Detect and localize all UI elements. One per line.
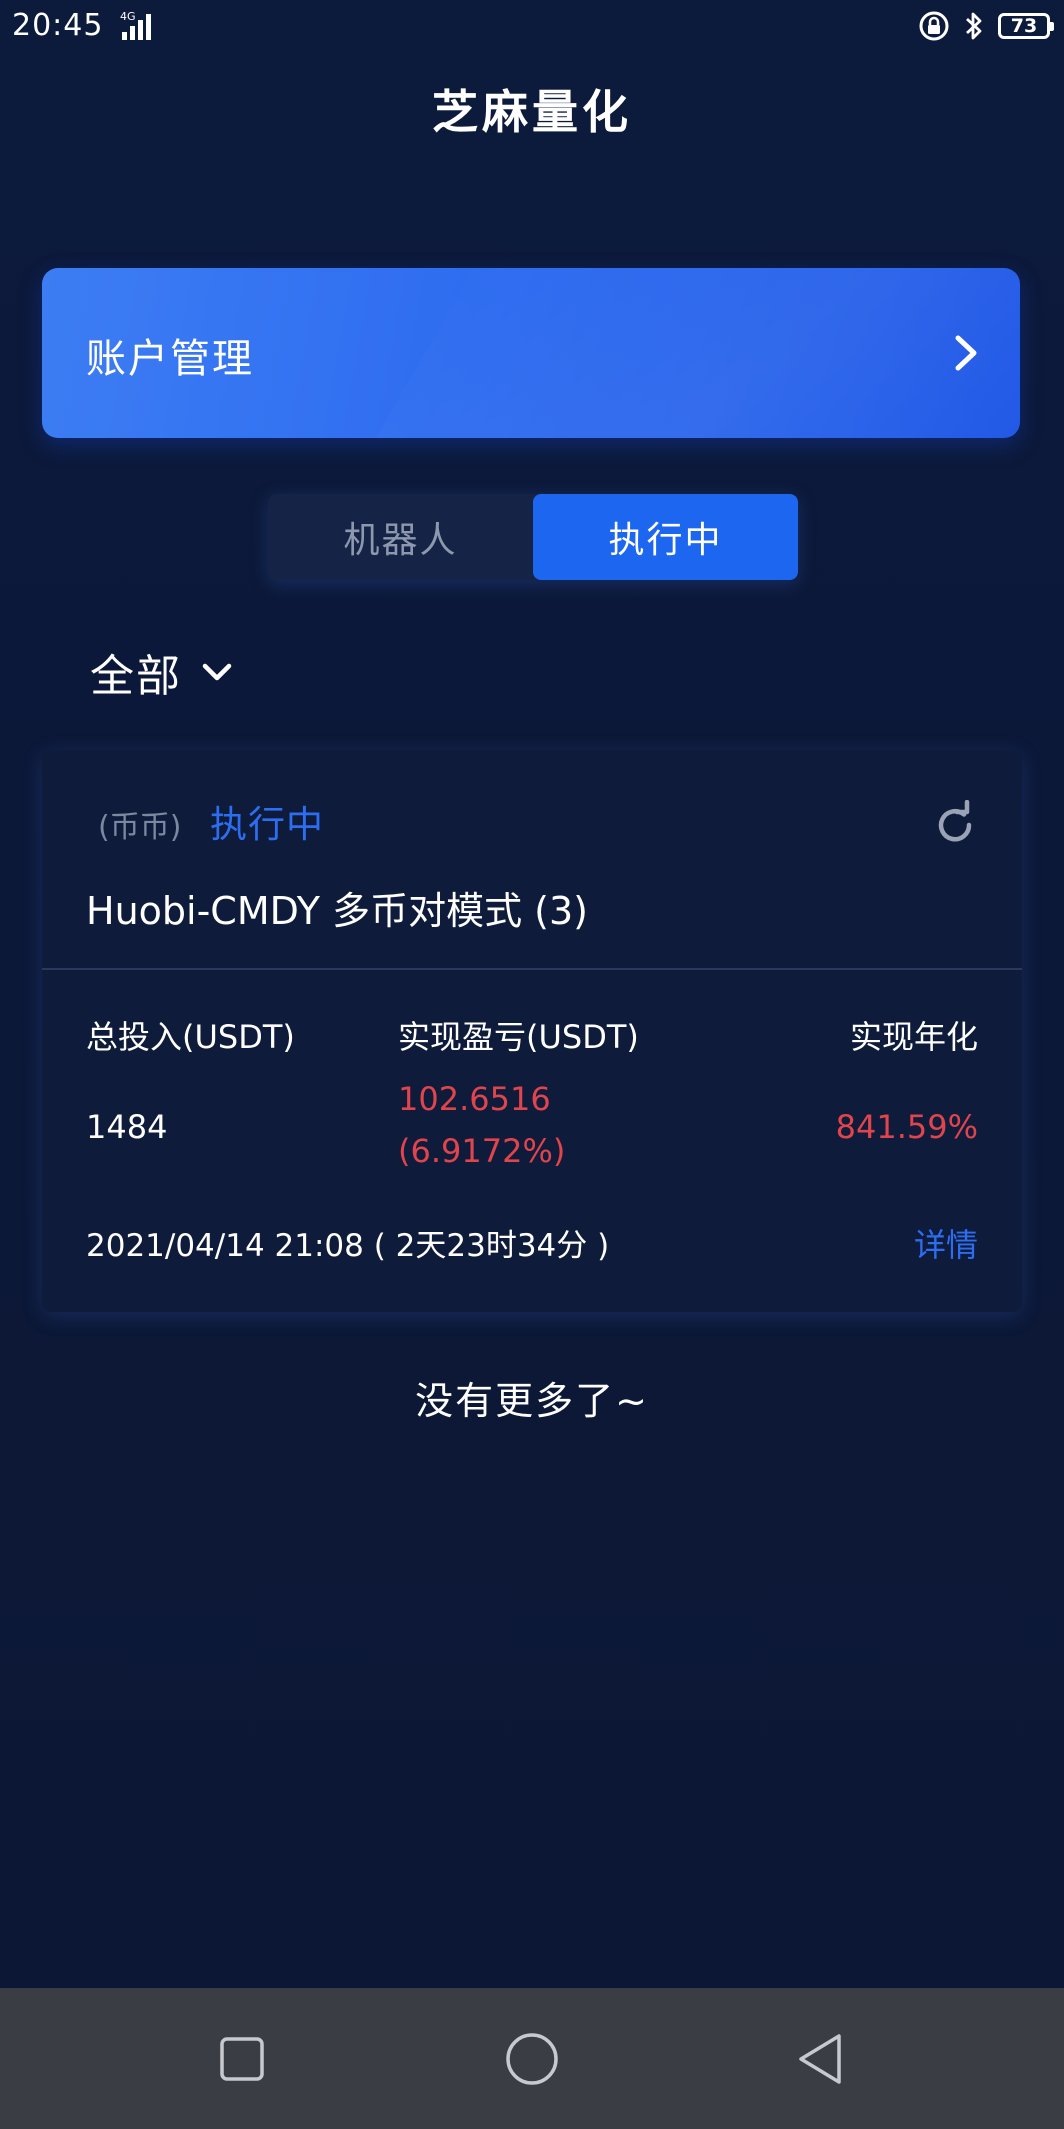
filter-dropdown[interactable]: 全部	[90, 640, 234, 704]
pnl-value: 102.6516	[398, 1080, 551, 1118]
account-management-label: 账户管理	[86, 336, 254, 382]
no-more-text: 没有更多了~	[415, 1379, 649, 1423]
strategy-name: Huobi-CMDY 多币对模式 (3)	[86, 889, 588, 933]
recent-apps-icon[interactable]	[207, 2024, 277, 2094]
card-status: 执行中	[210, 803, 324, 846]
annual-label: 实现年化	[849, 1018, 978, 1056]
signal-icon	[122, 14, 151, 40]
segment-tabs: 机器人 执行中	[268, 494, 798, 580]
card-divider	[42, 968, 1022, 970]
battery-icon: 73	[998, 13, 1054, 39]
annual-value: 841.59%	[835, 1108, 978, 1146]
bluetooth-icon	[966, 12, 982, 40]
tab-running[interactable]: 执行中	[533, 494, 798, 580]
chevron-down-icon	[202, 663, 232, 681]
status-icons: 73	[918, 8, 1054, 44]
tab-robots[interactable]: 机器人	[268, 494, 533, 580]
start-time: 2021/04/14 21:08 ( 2天23时34分 )	[86, 1228, 610, 1264]
lock-rotation-icon	[919, 11, 949, 41]
page-title: 芝麻量化	[432, 85, 632, 139]
filter-label: 全部	[90, 651, 182, 702]
strategy-card[interactable]: (币币) 执行中 Huobi-CMDY 多币对模式 (3) 总投入(USDT) …	[42, 750, 1022, 1312]
home-icon[interactable]	[497, 2024, 567, 2094]
account-management-button[interactable]: 账户管理	[42, 268, 1020, 438]
card-type: (币币)	[98, 810, 182, 845]
chevron-right-icon	[955, 335, 977, 371]
back-icon[interactable]	[787, 2024, 857, 2094]
pnl-label: 实现盈亏(USDT)	[398, 1018, 639, 1056]
navigation-bar	[0, 1988, 1064, 2129]
status-time: 20:45	[12, 8, 104, 43]
refresh-icon[interactable]	[930, 800, 980, 850]
detail-link[interactable]: 详情	[914, 1220, 978, 1266]
status-bar: 20:45 4G 73	[0, 0, 1064, 56]
investment-value: 1484	[86, 1108, 168, 1146]
wave-mask	[42, 750, 1022, 970]
investment-label: 总投入(USDT)	[86, 1018, 295, 1056]
app-screen: 20:45 4G 73 芝麻量化 账户管理 机器人 执行中 全部 (币币) 执行…	[0, 0, 1064, 2129]
pnl-percent: (6.9172%)	[398, 1132, 566, 1170]
